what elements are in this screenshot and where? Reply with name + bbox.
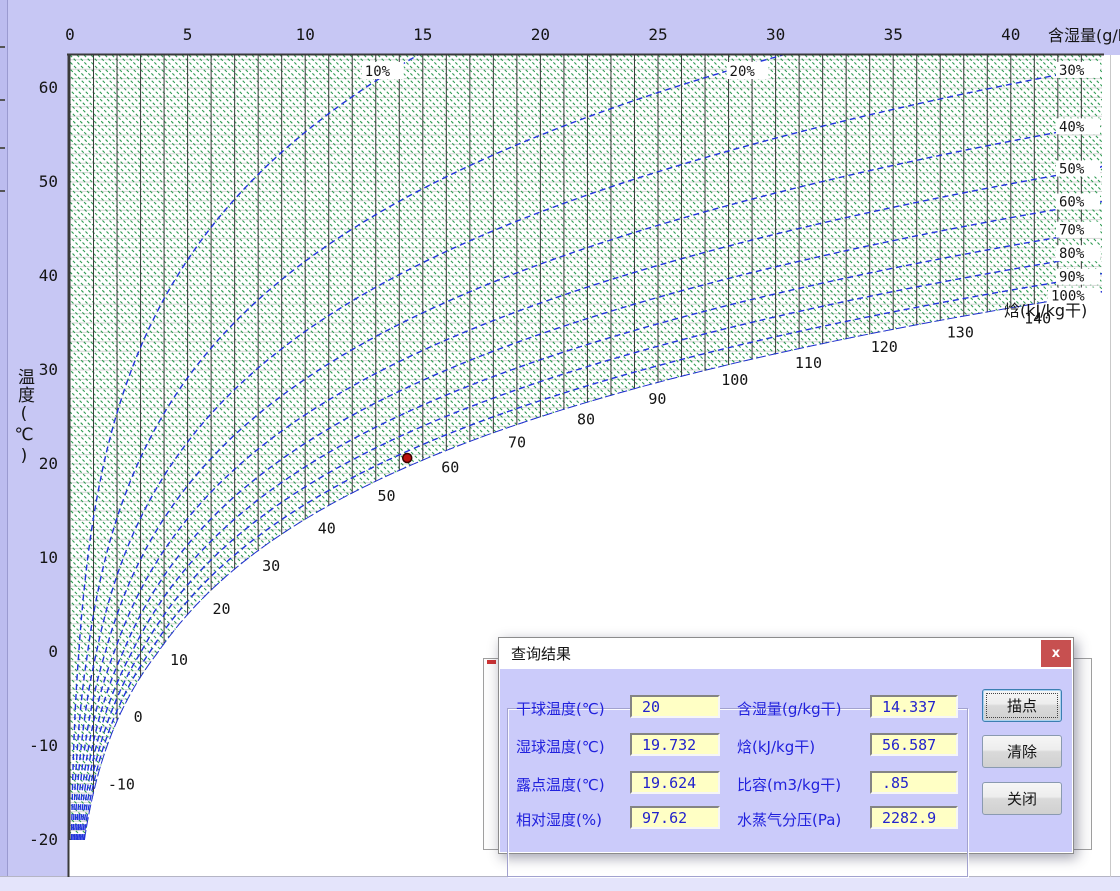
y-tick-label: -10	[29, 736, 58, 755]
enthalpy-line-label: 130	[947, 323, 974, 341]
x-tick-label: 0	[65, 25, 75, 44]
relative-humidity-input[interactable]	[630, 806, 720, 829]
y-tick-label: 40	[39, 266, 58, 285]
enthalpy-label: 焓(kJ/kg干)	[737, 738, 816, 756]
dry-bulb-temperature-input[interactable]	[630, 695, 720, 718]
y-tick-label: 10	[39, 548, 58, 567]
wet-bulb-temperature-input[interactable]	[630, 733, 720, 756]
y-tick-label: -20	[29, 830, 58, 849]
dialog-body: 干球温度(℃) 湿球温度(℃) 露点温度(℃) 相对湿度(%) 含湿量(g/kg…	[500, 669, 1072, 877]
dry-bulb-temperature-label: 干球温度(℃)	[516, 700, 605, 718]
specific-volume-input[interactable]	[870, 771, 958, 794]
enthalpy-line-label: -10	[108, 776, 135, 794]
x-tick-label: 25	[648, 25, 667, 44]
moisture-content-input[interactable]	[870, 695, 958, 718]
x-tick-label: 10	[296, 25, 315, 44]
enthalpy-line-label: 0	[134, 708, 143, 726]
rh-label-70: 70%	[1059, 223, 1085, 239]
moisture-content-label: 含湿量(g/kg干)	[737, 700, 842, 718]
y-tick-label: 0	[48, 642, 58, 661]
x-axis-title: 含湿量(g/kg干)	[1048, 26, 1120, 45]
rh-label-90: 90%	[1059, 270, 1085, 286]
rh-label-60: 60%	[1059, 195, 1085, 211]
y-tick-label: 50	[39, 172, 58, 191]
rh-label-50: 50%	[1059, 162, 1085, 178]
enthalpy-line-label: 30	[262, 557, 280, 575]
y-tick-label: 20	[39, 454, 58, 473]
y-tick-label: 60	[39, 78, 58, 97]
rh-label-30: 30%	[1059, 63, 1085, 79]
enthalpy-line-label: 40	[318, 520, 336, 538]
enthalpy-line-label: 60	[441, 459, 459, 477]
enthalpy-line-label: 120	[871, 338, 898, 356]
y-tick-label: 30	[39, 360, 58, 379]
clear-button[interactable]: 清除	[982, 735, 1062, 768]
x-tick-label: 20	[531, 25, 550, 44]
relative-humidity-label: 相对湿度(%)	[516, 811, 602, 829]
y-axis-title: 温度(℃)	[14, 368, 34, 467]
dialog-titlebar[interactable]: 查询结果	[499, 638, 1073, 669]
x-tick-label: 40	[1001, 25, 1020, 44]
x-tick-label: 35	[884, 25, 903, 44]
rh-label-80: 80%	[1059, 246, 1085, 262]
specific-volume-label: 比容(m3/kg干)	[737, 776, 842, 794]
vapor-pressure-input[interactable]	[870, 806, 958, 829]
window-edge-mark	[0, 46, 5, 48]
enthalpy-line-label: 70	[508, 433, 526, 451]
background-window-red-mark	[487, 660, 496, 664]
enthalpy-line-label: 20	[212, 600, 230, 618]
dew-point-temperature-label: 露点温度(℃)	[516, 776, 605, 794]
enthalpy-line-label: 10	[170, 651, 188, 669]
wet-bulb-temperature-label: 湿球温度(℃)	[516, 738, 605, 756]
plot-point-button[interactable]: 描点	[982, 689, 1062, 722]
rh-label-10: 10%	[365, 64, 391, 80]
rh-label-40: 40%	[1059, 119, 1085, 135]
enthalpy-line-label: 110	[795, 354, 822, 372]
enthalpy-line-label: 100	[721, 371, 748, 389]
vapor-pressure-label: 水蒸气分压(Pa)	[737, 811, 842, 829]
x-tick-label: 30	[766, 25, 785, 44]
enthalpy-line-label: 90	[648, 390, 666, 408]
enthalpy-line-label: 50	[378, 487, 396, 505]
enthalpy-line-label: 80	[577, 411, 595, 429]
dew-point-temperature-input[interactable]	[630, 771, 720, 794]
query-result-dialog: 查询结果 x 干球温度(℃) 湿球温度(℃) 露点温度(℃) 相对湿度(%) 含…	[498, 637, 1074, 877]
plotted-point[interactable]	[401, 452, 413, 464]
x-tick-label: 5	[183, 25, 193, 44]
main-window: 10% 20% 30% 40% 50% 60% 70% 80% 90% 100% -10 0 10 20 3…	[0, 0, 1120, 891]
x-tick-label: 15	[413, 25, 432, 44]
enthalpy-input[interactable]	[870, 733, 958, 756]
window-edge-mark	[0, 147, 5, 149]
window-edge-mark	[0, 190, 5, 192]
close-window-button[interactable]: 关闭	[982, 782, 1062, 815]
enthalpy-axis-label: 焓(kJ/kg干)	[1004, 301, 1087, 320]
dialog-close-button[interactable]: x	[1041, 640, 1071, 667]
window-edge-mark	[0, 99, 5, 101]
dialog-title: 查询结果	[511, 645, 572, 663]
rh-label-20: 20%	[730, 64, 756, 80]
